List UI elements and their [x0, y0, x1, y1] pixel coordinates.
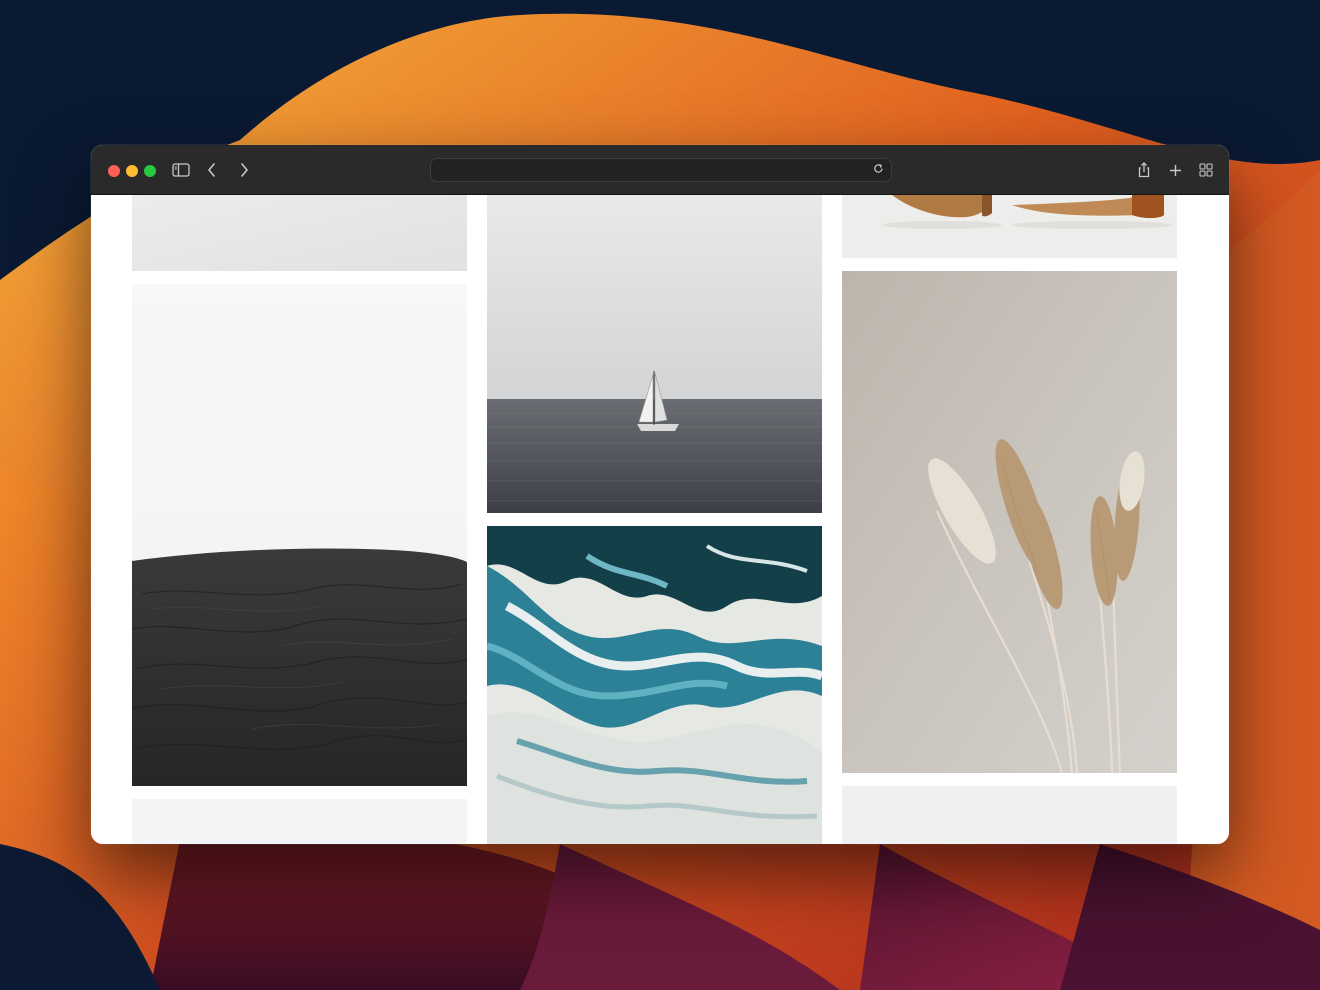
teal-marble-photo [487, 526, 822, 844]
url-input[interactable] [441, 161, 865, 179]
close-window-button[interactable] [108, 165, 120, 177]
light-gray-photo [842, 786, 1177, 844]
gallery-image[interactable] [132, 799, 467, 844]
sailboat-sea-photo [487, 195, 822, 513]
gallery-image[interactable] [487, 195, 822, 513]
share-button[interactable] [1132, 158, 1156, 182]
address-bar[interactable] [430, 158, 892, 182]
share-icon [1137, 162, 1151, 178]
gallery-image[interactable] [842, 786, 1177, 844]
plus-icon [1169, 164, 1182, 177]
reload-icon [873, 161, 884, 179]
grid-icon [1199, 163, 1213, 177]
back-button[interactable] [200, 158, 224, 182]
toolbar [91, 145, 1229, 195]
gallery-image[interactable] [487, 526, 822, 844]
gallery-page [91, 195, 1229, 844]
tab-overview-button[interactable] [1194, 158, 1218, 182]
minimize-window-button[interactable] [126, 165, 138, 177]
chevron-right-icon [239, 163, 249, 177]
chevron-left-icon [207, 163, 217, 177]
browser-window [91, 145, 1229, 844]
wooden-objects-photo [842, 195, 1177, 258]
gallery-image[interactable] [132, 284, 467, 786]
gallery-image[interactable] [842, 271, 1177, 773]
gallery-image[interactable] [132, 195, 467, 271]
sidebar-toggle-button[interactable] [169, 158, 193, 182]
white-surface-photo [132, 195, 467, 271]
gallery-image[interactable] [842, 195, 1177, 258]
forward-button[interactable] [232, 158, 256, 182]
reload-button[interactable] [869, 161, 887, 179]
maximize-window-button[interactable] [144, 165, 156, 177]
new-tab-button[interactable] [1163, 158, 1187, 182]
light-gray-photo [132, 799, 467, 844]
sidebar-toggle-icon [172, 163, 190, 177]
black-dune-photo [132, 284, 467, 786]
pampas-grass-photo [842, 271, 1177, 773]
